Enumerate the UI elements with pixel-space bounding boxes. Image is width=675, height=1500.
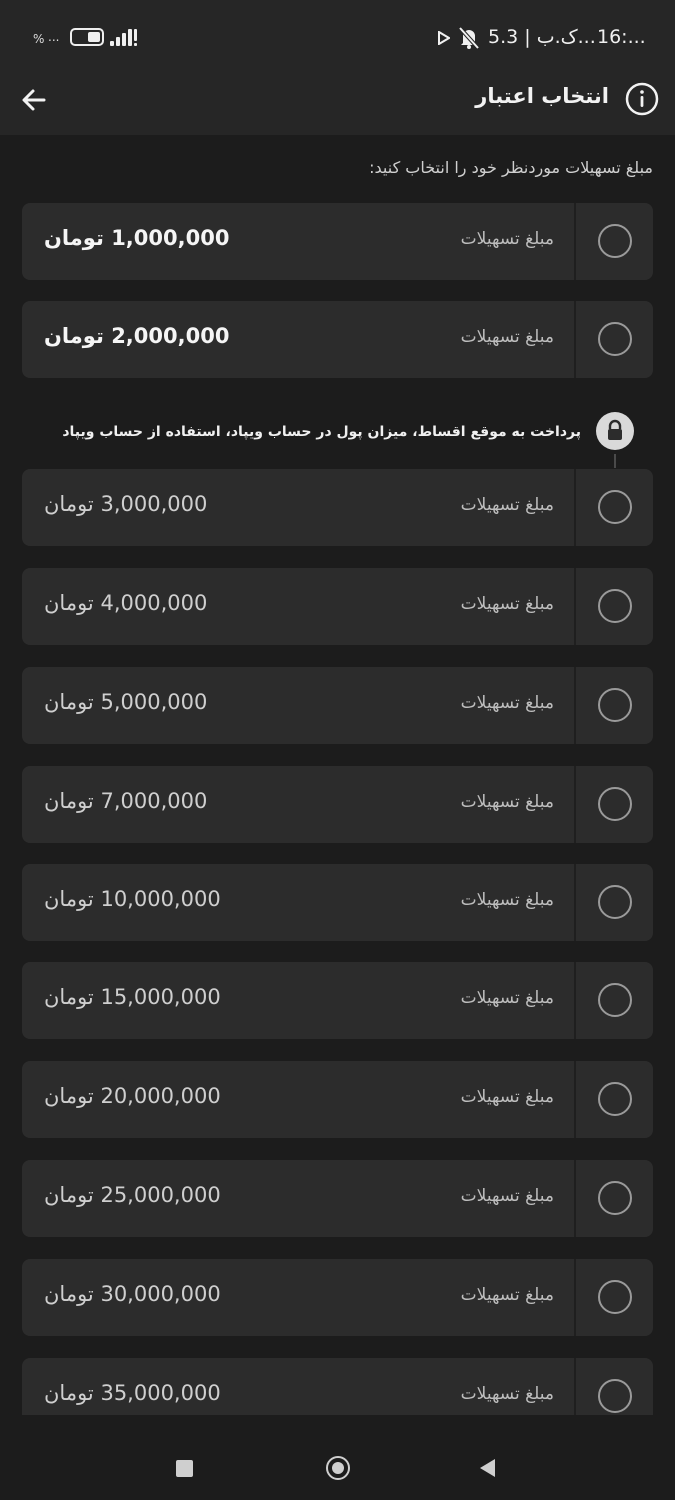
credit-amount: 4,000,000 تومان [44,591,208,615]
signal-icon [110,29,137,46]
credit-label: مبلغ تسهیلات [460,988,554,1008]
radio-button[interactable] [598,1280,632,1314]
radio-button[interactable] [598,490,632,524]
credit-option-1[interactable]: 1,000,000 تومان مبلغ تسهیلات [22,203,653,280]
radio-button[interactable] [598,224,632,258]
credit-label: مبلغ تسهیلات [460,1186,554,1206]
credit-label: مبلغ تسهیلات [460,327,554,347]
network-speed: 5.3 | ک.ب... [488,26,596,48]
divider [574,469,576,546]
credit-amount: 5,000,000 تومان [44,690,208,714]
status-bar: % ... 5.3 | ک.ب... 16:... [0,0,675,78]
credit-amount: 20,000,000 تومان [44,1084,221,1108]
recent-apps-icon[interactable] [176,1460,193,1477]
credit-amount: 3,000,000 تومان [44,492,208,516]
mute-icon [458,26,480,50]
credit-amount: 2,000,000 تومان [44,324,230,348]
radio-button[interactable] [598,688,632,722]
divider [574,203,576,280]
credit-label: مبلغ تسهیلات [460,792,554,812]
lock-icon [596,412,634,450]
credit-amount: 35,000,000 تومان [44,1381,221,1405]
info-icon[interactable] [624,81,660,117]
credit-option-6[interactable]: 7,000,000 تومان مبلغ تسهیلات [22,766,653,843]
home-icon[interactable] [326,1456,350,1480]
credit-option-10[interactable]: 25,000,000 تومان مبلغ تسهیلات [22,1160,653,1237]
radio-button[interactable] [598,787,632,821]
radio-button[interactable] [598,322,632,356]
lock-connector [614,454,616,468]
credit-option-2[interactable]: 2,000,000 تومان مبلغ تسهیلات [22,301,653,378]
credit-label: مبلغ تسهیلات [460,1087,554,1107]
credit-amount: 30,000,000 تومان [44,1282,221,1306]
credit-label: مبلغ تسهیلات [460,594,554,614]
divider [574,1259,576,1336]
credit-label: مبلغ تسهیلات [460,229,554,249]
arrow-left-icon[interactable] [18,84,50,116]
battery-percent: % [33,32,45,46]
system-nav-bar [0,1415,675,1500]
divider [574,568,576,645]
credit-label: مبلغ تسهیلات [460,693,554,713]
battery-dots: ... [48,30,60,44]
radio-button[interactable] [598,589,632,623]
divider [574,864,576,941]
credit-option-11[interactable]: 30,000,000 تومان مبلغ تسهیلات [22,1259,653,1336]
credit-label: مبلغ تسهیلات [460,1285,554,1305]
credit-amount: 10,000,000 تومان [44,887,221,911]
credit-label: مبلغ تسهیلات [460,495,554,515]
credit-option-4[interactable]: 4,000,000 تومان مبلغ تسهیلات [22,568,653,645]
credit-option-8[interactable]: 15,000,000 تومان مبلغ تسهیلات [22,962,653,1039]
divider [574,1061,576,1138]
radio-button[interactable] [598,1082,632,1116]
radio-button[interactable] [598,1181,632,1215]
battery-icon [70,28,104,46]
credit-label: مبلغ تسهیلات [460,1384,554,1404]
radio-button[interactable] [598,1379,632,1413]
divider [574,667,576,744]
divider [574,1160,576,1237]
play-icon [438,31,450,45]
instruction-text: مبلغ تسهیلات موردنظر خود را انتخاب کنید: [369,158,653,177]
page-title: انتخاب اعتبار [475,84,609,108]
credit-option-3[interactable]: 3,000,000 تومان مبلغ تسهیلات [22,469,653,546]
credit-option-5[interactable]: 5,000,000 تومان مبلغ تسهیلات [22,667,653,744]
radio-button[interactable] [598,885,632,919]
credit-label: مبلغ تسهیلات [460,890,554,910]
lock-notice: پرداخت به موقع اقساط، میزان پول در حساب … [22,410,653,470]
credit-amount: 1,000,000 تومان [44,226,230,250]
credit-amount: 7,000,000 تومان [44,789,208,813]
divider [574,766,576,843]
divider [574,962,576,1039]
credit-amount: 25,000,000 تومان [44,1183,221,1207]
credit-option-9[interactable]: 20,000,000 تومان مبلغ تسهیلات [22,1061,653,1138]
divider [574,301,576,378]
radio-button[interactable] [598,983,632,1017]
lock-notice-text: پرداخت به موقع اقساط، میزان پول در حساب … [62,424,581,440]
clock: 16:... [597,26,646,48]
credit-amount: 15,000,000 تومان [44,985,221,1009]
credit-option-7[interactable]: 10,000,000 تومان مبلغ تسهیلات [22,864,653,941]
back-triangle-icon[interactable] [480,1459,495,1477]
app-header: انتخاب اعتبار [0,78,675,135]
